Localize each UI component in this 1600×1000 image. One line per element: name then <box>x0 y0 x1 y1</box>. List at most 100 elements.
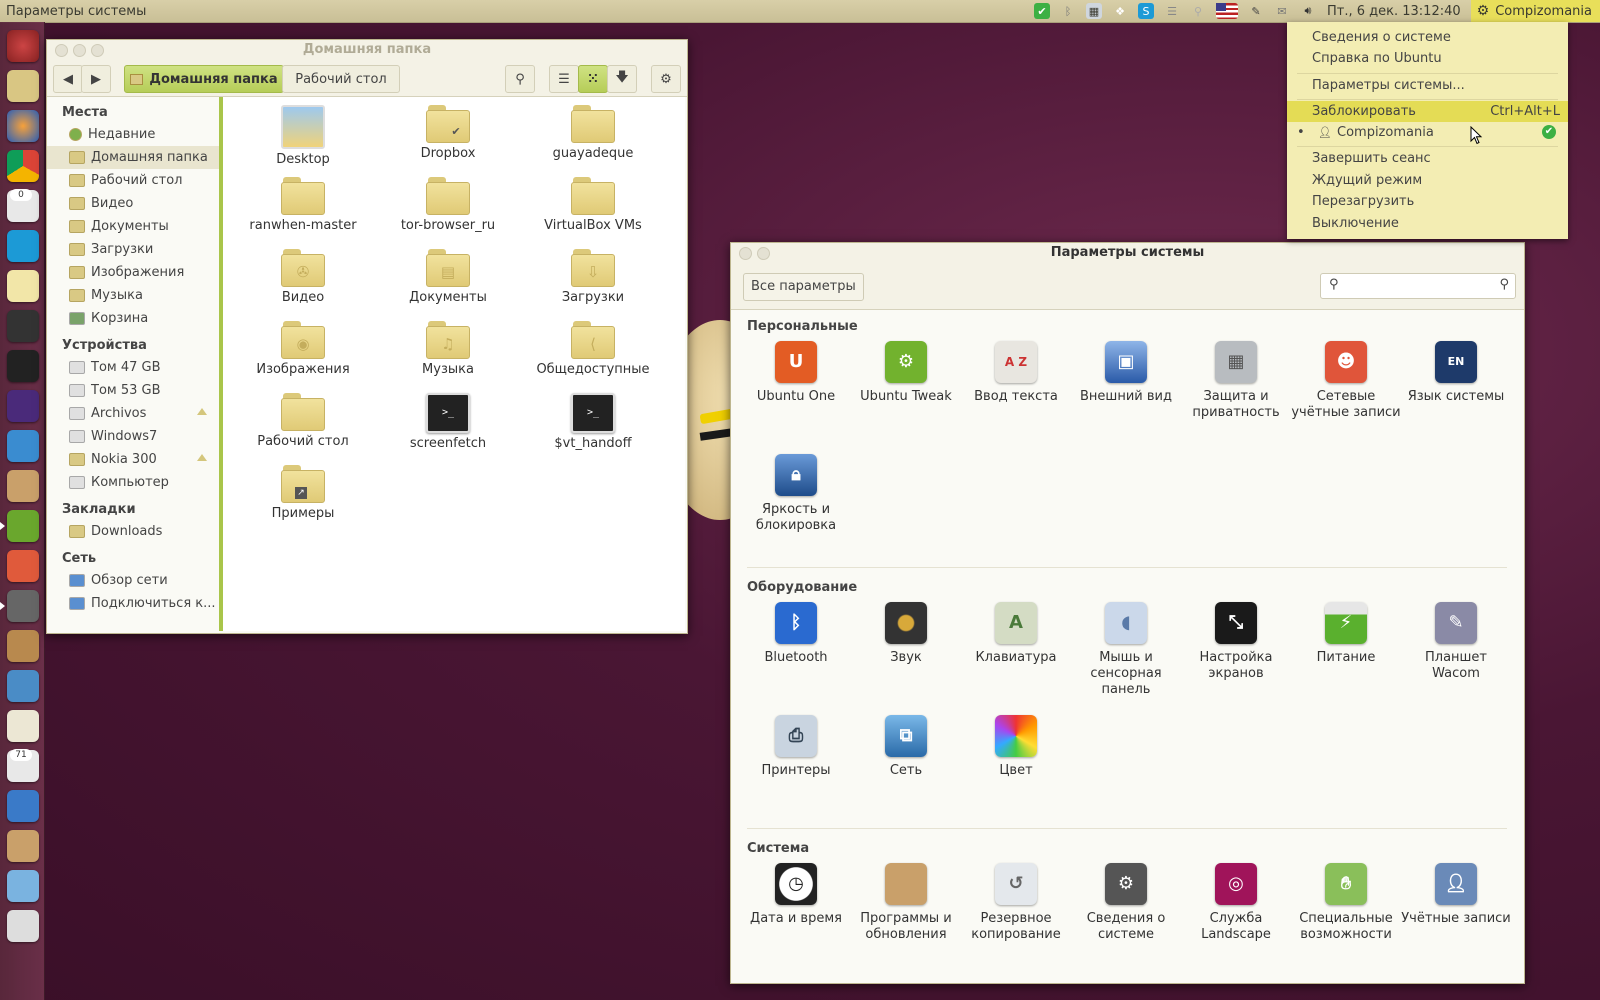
pen-icon[interactable]: ✎ <box>1248 3 1264 19</box>
dash-home-icon[interactable] <box>7 30 39 62</box>
mixer-icon[interactable] <box>7 710 39 742</box>
minimize-window-button[interactable] <box>73 44 86 57</box>
grid-view-button[interactable]: ⁙ <box>578 65 608 93</box>
session-menu-button[interactable]: ⚙ Compizomania <box>1470 0 1600 22</box>
file-item-tor-browser[interactable]: tor-browser_ru <box>378 177 518 233</box>
eject-icon[interactable] <box>197 454 207 461</box>
menu-item-lock[interactable]: Заблокировать Ctrl+Alt+L <box>1287 101 1568 122</box>
settings-item-bluetooth[interactable]: ᛒ Bluetooth <box>741 602 851 666</box>
terminal-icon[interactable] <box>7 350 39 382</box>
mail-icon[interactable]: ✉ <box>1274 3 1290 19</box>
menu-item-logout[interactable]: Завершить сеанс <box>1287 148 1568 169</box>
eject-icon[interactable] <box>197 408 207 415</box>
menu-item-suspend[interactable]: Ждущий режим <box>1287 170 1568 191</box>
ubuntu-tweak-icon[interactable] <box>7 510 39 542</box>
menu-item-help[interactable]: Справка по Ubuntu <box>1287 48 1568 69</box>
breadcrumb-home[interactable]: Домашняя папка <box>124 65 284 93</box>
sidebar-item-volume-47[interactable]: Том 47 GB <box>47 356 219 379</box>
list-icon[interactable]: ☰ <box>1164 3 1180 19</box>
menu-item-system-settings[interactable]: Параметры системы... <box>1287 75 1568 96</box>
sidebar-item-browse-network[interactable]: Обзор сети <box>47 569 219 592</box>
sidebar-item-downloads[interactable]: Загрузки <box>47 238 219 261</box>
camera-icon[interactable] <box>7 310 39 342</box>
settings-button[interactable]: ⚙ <box>651 65 681 93</box>
file-item-ranwhen[interactable]: ranwhen-master <box>233 177 373 233</box>
sidebar-item-volume-53[interactable]: Том 53 GB <box>47 379 219 402</box>
user-accounts-icon[interactable] <box>7 550 39 582</box>
refresh-icon[interactable] <box>7 430 39 462</box>
home-folder-icon[interactable] <box>7 70 39 102</box>
sidebar-item-music[interactable]: Музыка <box>47 284 219 307</box>
maximize-window-button[interactable] <box>91 44 104 57</box>
settings-item-ubuntu-tweak[interactable]: ⚙ Ubuntu Tweak <box>851 341 961 405</box>
settings-item-accessibility[interactable]: ✋︎ Специальные возможности <box>1291 863 1401 943</box>
settings-item-network[interactable]: ⧉ Сеть <box>851 715 961 779</box>
settings-search-input[interactable]: ⚲ ⚲ <box>1320 273 1516 299</box>
sidebar-item-trash[interactable]: Корзина <box>47 307 219 330</box>
skype-icon[interactable]: S <box>1138 3 1154 19</box>
sidebar-item-nokia[interactable]: Nokia 300 <box>47 448 219 471</box>
skype-icon[interactable] <box>7 230 39 262</box>
sidebar-item-recent[interactable]: Недавние <box>47 123 219 146</box>
file-item-videos[interactable]: ✇ Видео <box>233 249 373 305</box>
sidebar-item-downloads-bookmark[interactable]: Downloads <box>47 520 219 543</box>
firefox-icon[interactable] <box>7 110 39 142</box>
archive-icon[interactable] <box>7 630 39 662</box>
file-item-documents[interactable]: ▤ Документы <box>378 249 518 305</box>
chrome-icon[interactable] <box>7 150 39 182</box>
sidebar-item-windows7[interactable]: Windows7 <box>47 425 219 448</box>
text-editor-icon[interactable] <box>7 270 39 302</box>
menu-item-user[interactable]: • 👤︎ Compizomania ✔ <box>1287 122 1568 143</box>
settings-item-language[interactable]: EN Язык системы <box>1401 341 1511 405</box>
console-icon[interactable] <box>7 390 39 422</box>
settings-item-user-accounts[interactable]: 👤︎ Учётные записи <box>1401 863 1511 927</box>
sidebar-item-desktop[interactable]: Рабочий стол <box>47 169 219 192</box>
settings-item-details[interactable]: ⚙ Сведения о системе <box>1071 863 1181 943</box>
all-settings-button[interactable]: Все параметры <box>743 273 864 301</box>
monitor-icon[interactable]: ▦ <box>1086 3 1102 19</box>
package-icon[interactable] <box>7 470 39 502</box>
sidebar-item-documents[interactable]: Документы <box>47 215 219 238</box>
file-item-desktop-folder[interactable]: Рабочий стол <box>233 393 373 449</box>
sidebar-item-pictures[interactable]: Изображения <box>47 261 219 284</box>
volume-icon[interactable]: 🔊︎ <box>1300 3 1316 19</box>
settings-item-date-time[interactable]: ◷ Дата и время <box>741 863 851 927</box>
file-item-pictures[interactable]: ◉ Изображения <box>233 321 373 377</box>
sidebar-item-home[interactable]: Домашняя папка <box>47 146 219 169</box>
search-button[interactable]: ⚲ <box>505 65 535 93</box>
file-item-virtualbox[interactable]: VirtualBox VMs <box>523 177 663 233</box>
clock[interactable]: Пт., 6 дек. 13:12:40 <box>1327 4 1461 19</box>
settings-item-sound[interactable]: Звук <box>851 602 961 666</box>
file-item-downloads[interactable]: ⇩ Загрузки <box>523 249 663 305</box>
workspace-switcher-icon[interactable] <box>7 870 39 902</box>
settings-item-keyboard[interactable]: A Клавиатура <box>961 602 1071 666</box>
sidebar-item-archivos[interactable]: Archivos <box>47 402 219 425</box>
settings-item-printers[interactable]: ⎙ Принтеры <box>741 715 851 779</box>
file-item-public[interactable]: ⟨ Общедоступные <box>523 321 663 377</box>
settings-item-mouse[interactable]: ◖ Мышь и сенсорная панель <box>1071 602 1181 698</box>
menu-item-shutdown[interactable]: Выключение <box>1287 213 1568 234</box>
settings-item-power[interactable]: ⚡ Питание <box>1291 602 1401 666</box>
list-view-button[interactable]: ☰ <box>549 65 579 93</box>
sidebar-item-connect-server[interactable]: Подключиться к... <box>47 592 219 615</box>
breadcrumb-desktop[interactable]: Рабочий стол <box>282 65 400 93</box>
file-manager-titlebar[interactable]: Домашняя папка <box>47 40 687 60</box>
file-item-screenfetch[interactable]: >_ screenfetch <box>378 393 518 451</box>
search-clear-icon[interactable]: ⚲ <box>1499 277 1509 292</box>
settings-item-landscape[interactable]: ◎ Служба Landscape <box>1181 863 1291 943</box>
settings-item-brightness-lock[interactable]: 🔒︎ Яркость и блокировка <box>741 454 851 534</box>
settings-item-wacom[interactable]: ✎ Планшет Wacom <box>1401 602 1511 682</box>
menu-item-about[interactable]: Сведения о системе <box>1287 27 1568 48</box>
settings-item-software-updates[interactable]: Программы и обновления <box>851 863 961 943</box>
file-item-dropbox[interactable]: ✔ Dropbox <box>378 105 518 161</box>
file-item-desktop[interactable]: Desktop <box>233 105 373 167</box>
search-icon[interactable]: ⚲ <box>1190 3 1206 19</box>
menu-item-restart[interactable]: Перезагрузить <box>1287 191 1568 212</box>
file-item-music[interactable]: ♫ Музыка <box>378 321 518 377</box>
settings-item-ubuntu-one[interactable]: U Ubuntu One <box>741 341 851 405</box>
settings-item-color[interactable]: Цвет <box>961 715 1071 779</box>
settings-item-appearance[interactable]: ▣ Внешний вид <box>1071 341 1181 405</box>
settings-item-displays[interactable]: ⤡ Настройка экранов <box>1181 602 1291 682</box>
settings-item-backups[interactable]: ↺ Резервное копирование <box>961 863 1071 943</box>
settings-item-text-entry[interactable]: A Z Ввод текста <box>961 341 1071 405</box>
